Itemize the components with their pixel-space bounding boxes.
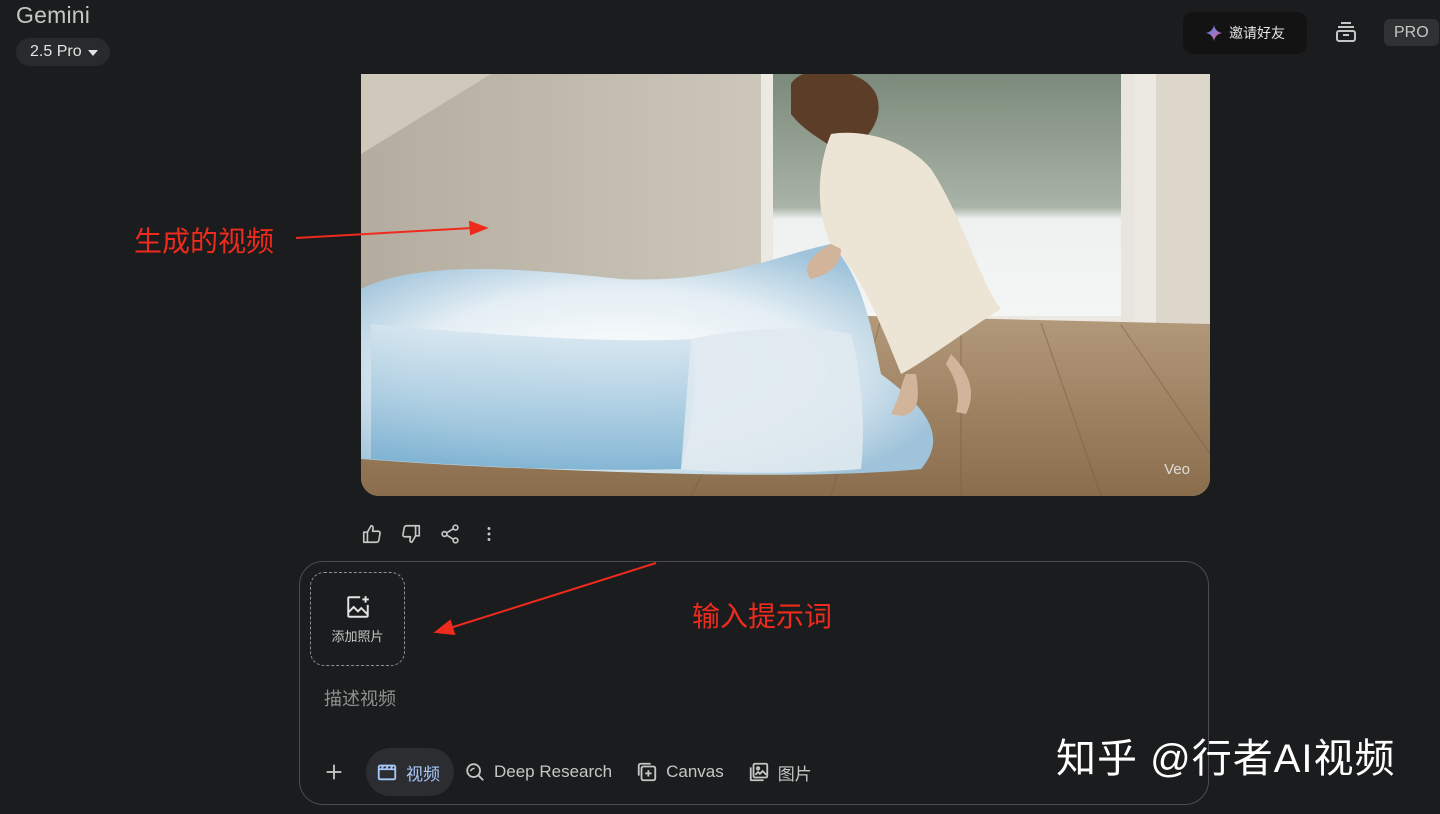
thumb-up-button[interactable] (360, 522, 384, 546)
thumb-down-button[interactable] (399, 522, 423, 546)
tool-image-label: 图片 (777, 764, 812, 784)
generated-video[interactable]: Veo (361, 74, 1210, 496)
add-photo-label: 添加照片 (331, 628, 384, 644)
plus-icon (326, 764, 342, 780)
model-label: 2.5 Pro (30, 43, 82, 60)
tool-canvas-label: Canvas (666, 762, 724, 781)
annotation-generated-video: 生成的视频 (134, 226, 275, 257)
share-button[interactable] (438, 522, 462, 546)
response-actions (360, 522, 501, 546)
chat-history-icon[interactable] (1334, 20, 1358, 44)
prompt-input[interactable] (322, 688, 1026, 711)
invite-label: 邀请好友 (1229, 25, 1285, 41)
pro-badge: PRO (1384, 19, 1439, 46)
thumb-up-icon (362, 524, 381, 544)
share-icon (441, 524, 459, 544)
add-photo-button[interactable]: 添加照片 (310, 572, 405, 666)
canvas-icon (637, 762, 657, 782)
zhihu-watermark: 知乎 @行者AI视频 (1056, 737, 1396, 781)
tool-canvas[interactable]: Canvas (626, 748, 738, 796)
add-photo-icon (346, 595, 369, 618)
tool-deep-research[interactable]: Deep Research (454, 748, 626, 796)
composer-toolbar: 视频 Deep Research Canvas 图片 (314, 748, 826, 796)
add-attachment-button[interactable] (314, 752, 354, 792)
video-frame (361, 74, 1210, 496)
tool-video[interactable]: 视频 (366, 748, 454, 796)
gemini-spark-icon (1205, 24, 1223, 42)
annotation-enter-prompt: 输入提示词 (692, 601, 833, 632)
invite-friends-button[interactable]: 邀请好友 (1183, 12, 1307, 54)
image-icon (749, 762, 768, 782)
app-title: Gemini (16, 2, 91, 28)
model-selector[interactable]: 2.5 Pro (16, 38, 110, 66)
thumb-down-icon (402, 524, 421, 544)
more-vert-icon (487, 527, 491, 541)
veo-watermark: Veo (1164, 461, 1190, 478)
caret-down-icon (87, 50, 98, 56)
more-options-button[interactable] (477, 522, 501, 546)
tool-deep-research-label: Deep Research (494, 762, 613, 781)
deep-research-icon (466, 763, 484, 781)
video-icon (377, 764, 397, 781)
tool-image[interactable]: 图片 (738, 748, 826, 796)
tool-video-label: 视频 (406, 764, 440, 784)
